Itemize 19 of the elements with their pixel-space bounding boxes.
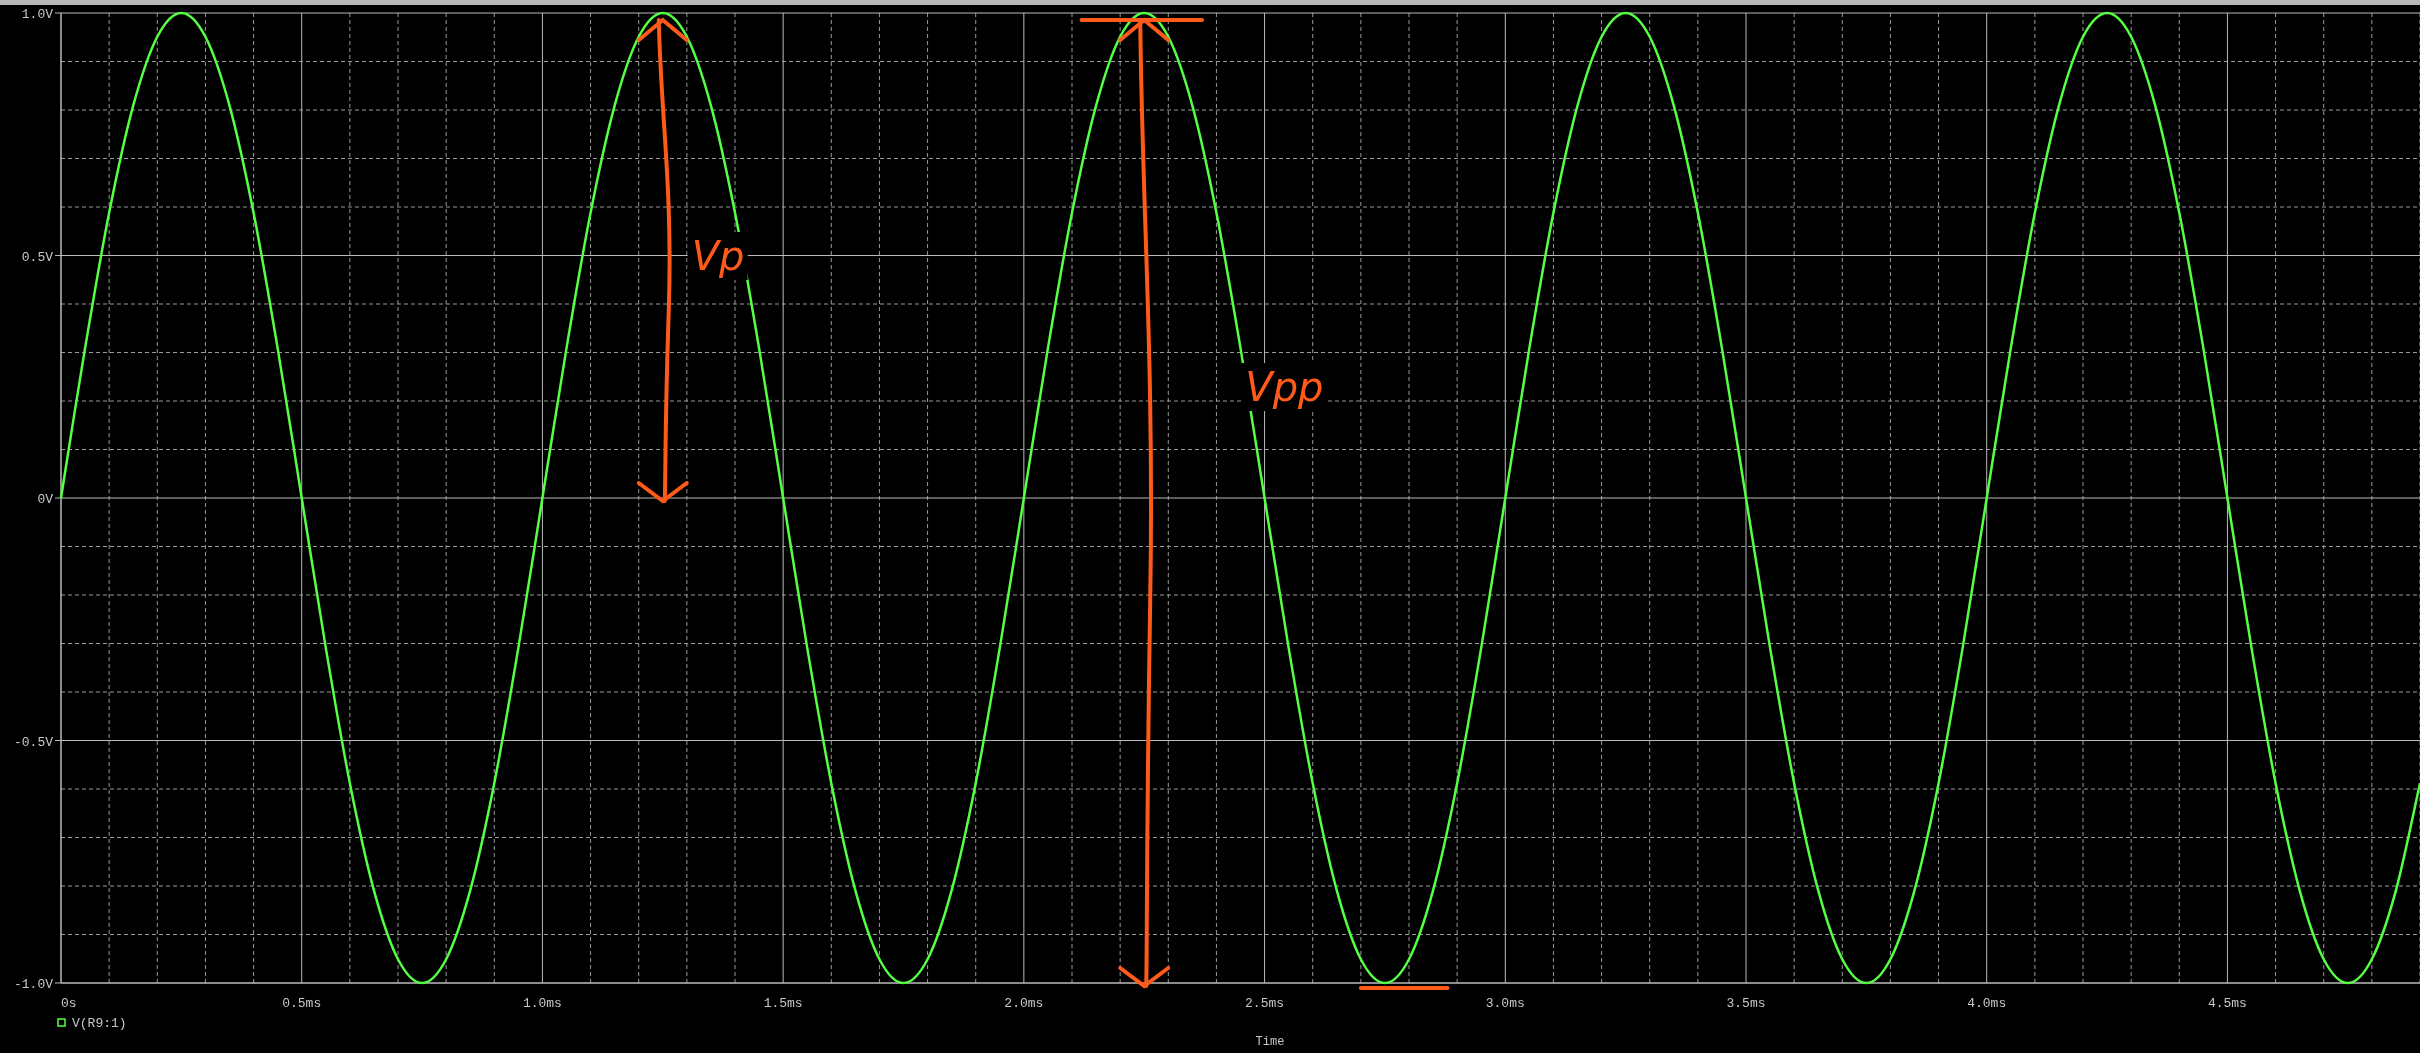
x-tick-label: 3.0ms — [1485, 996, 1525, 1011]
annotation-label: Vp — [691, 233, 745, 280]
x-tick-label: 4.0ms — [1967, 996, 2007, 1011]
y-tick-label: 1.0V — [21, 7, 53, 22]
y-tick-label: 0.5V — [21, 249, 53, 265]
x-tick-label: 2.0ms — [1004, 996, 1044, 1011]
x-tick-label: 0s — [61, 996, 77, 1011]
x-tick-label: 3.5ms — [1726, 996, 1766, 1011]
x-tick-label: 0.5ms — [282, 996, 322, 1011]
y-tick-label: 0V — [37, 492, 53, 507]
x-axis-label: Time — [1255, 1035, 1285, 1049]
y-tick-label: -1.0V — [14, 977, 53, 992]
x-tick-label: 1.5ms — [763, 996, 803, 1011]
x-tick-label: 1.0ms — [522, 996, 562, 1011]
y-tick-label: -0.5V — [14, 734, 53, 750]
x-tick-label: 2.5ms — [1245, 996, 1285, 1011]
annotation-label: Vpp — [1245, 364, 1324, 410]
x-tick-label: 4.5ms — [2207, 996, 2247, 1011]
legend-label: V(R9:1) — [72, 1016, 127, 1031]
